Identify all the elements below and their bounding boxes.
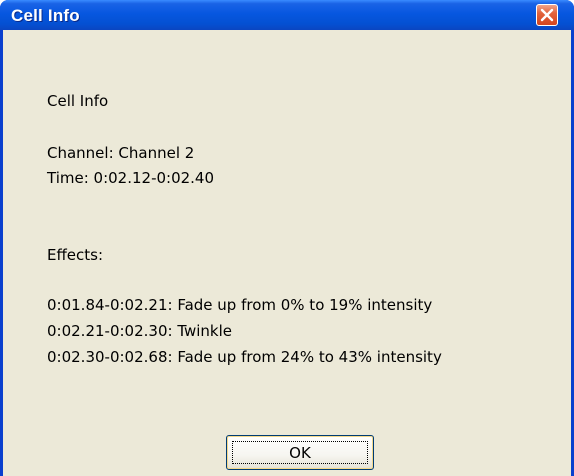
channel-text: Channel: Channel 2 [47,144,195,162]
time-text: Time: 0:02.12-0:02.40 [47,169,215,187]
dialog-body: Cell Info Channel: Channel 2 Time: 0:02.… [3,30,571,476]
effects-label: Effects: [47,246,104,264]
effect-line: 0:02.30-0:02.68: Fade up from 24% to 43%… [47,348,442,366]
title-bar[interactable]: Cell Info [0,0,574,30]
ok-button[interactable]: OK [226,435,374,470]
effect-line: 0:01.84-0:02.21: Fade up from 0% to 19% … [47,296,433,314]
window-title: Cell Info [11,6,80,25]
ok-button-label: OK [289,443,311,462]
effect-line: 0:02.21-0:02.30: Twinkle [47,322,233,340]
info-heading: Cell Info [47,92,109,110]
close-x-icon [540,8,554,22]
cell-info-dialog: Cell Info Cell Info Channel: Channel 2 T… [0,0,574,476]
close-button[interactable] [536,4,558,26]
